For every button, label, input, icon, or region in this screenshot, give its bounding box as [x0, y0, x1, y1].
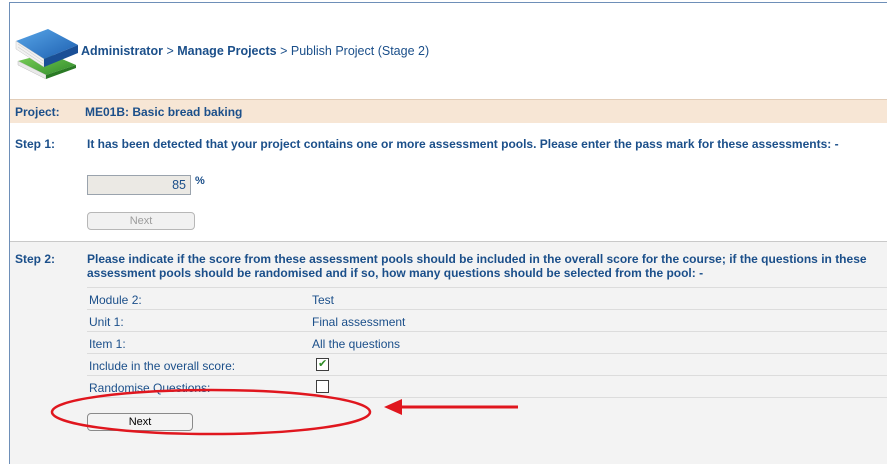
randomise-checkbox[interactable] — [316, 380, 329, 393]
books-logo-icon — [15, 29, 78, 80]
step-2-actions: Next — [87, 397, 887, 458]
step-1-next-button[interactable]: Next — [87, 212, 195, 230]
page-header: Administrator > Manage Projects > Publis… — [10, 3, 887, 103]
step-2-next-button[interactable]: Next — [87, 413, 193, 431]
project-name: ME01B: Basic bread baking — [85, 105, 243, 119]
breadcrumb-separator: > — [280, 44, 288, 58]
step-1-instructions: It has been detected that your project c… — [87, 137, 839, 151]
pass-mark-input[interactable] — [87, 175, 191, 195]
detail-value: Test — [312, 293, 335, 307]
content-frame: Administrator > Manage Projects > Publis… — [9, 2, 887, 464]
include-score-checkbox[interactable] — [316, 357, 329, 371]
breadcrumb-administrator[interactable]: Administrator — [81, 44, 163, 58]
randomise-label: Randomise Questions: — [89, 381, 211, 395]
project-label: Project: — [15, 105, 60, 119]
detail-value: All the questions — [312, 337, 401, 351]
detail-row-item: Item 1: All the questions — [87, 331, 887, 354]
include-score-label: Include in the overall score: — [89, 359, 236, 373]
breadcrumb-separator: > — [166, 44, 174, 58]
detail-row-module: Module 2: Test — [87, 287, 887, 310]
breadcrumb-current: Publish Project (Stage 2) — [290, 44, 430, 58]
step-1-label: Step 1: — [15, 137, 56, 151]
detail-value: Final assessment — [312, 315, 406, 329]
step-2-label: Step 2: — [15, 252, 56, 266]
project-bar: Project: ME01B: Basic bread baking — [10, 99, 887, 124]
include-score-row: Include in the overall score: — [87, 353, 887, 376]
detail-key: Module 2: — [89, 293, 142, 307]
detail-key: Unit 1: — [89, 315, 124, 329]
breadcrumb: Administrator > Manage Projects > Publis… — [81, 44, 429, 58]
breadcrumb-manage-projects[interactable]: Manage Projects — [177, 44, 276, 58]
detail-key: Item 1: — [89, 337, 126, 351]
detail-row-unit: Unit 1: Final assessment — [87, 309, 887, 332]
randomise-row: Randomise Questions: — [87, 375, 887, 398]
step-2-instructions: Please indicate if the score from these … — [87, 252, 867, 280]
percent-unit: % — [195, 175, 205, 187]
step-1-section: Step 1: It has been detected that your p… — [10, 123, 887, 242]
step-2-section: Step 2: Please indicate if the score fro… — [10, 242, 887, 464]
